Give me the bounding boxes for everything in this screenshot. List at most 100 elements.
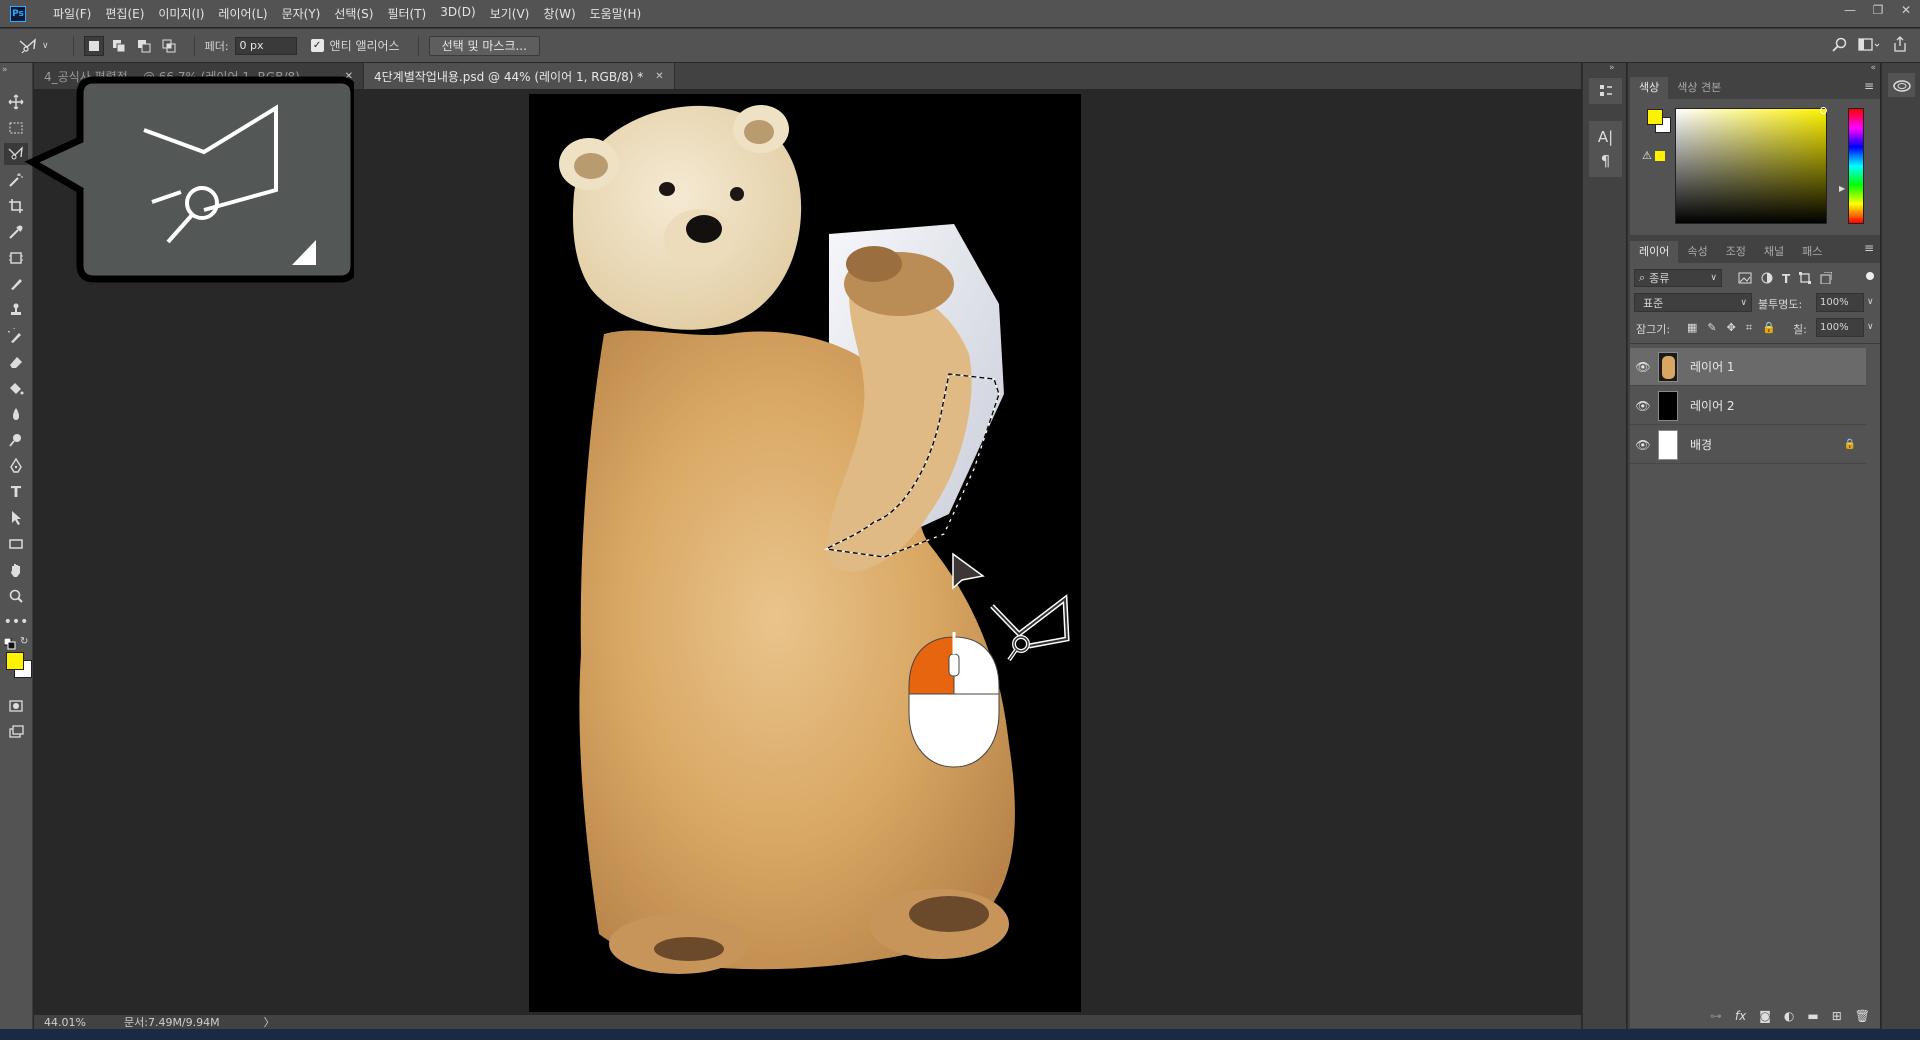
tool-preset-dropdown-icon[interactable]: ∨ <box>42 41 49 51</box>
paint-bucket-icon[interactable] <box>4 377 28 399</box>
zoom-tool-icon[interactable] <box>4 585 28 607</box>
default-colors-icon[interactable] <box>3 637 16 653</box>
layer-name[interactable]: 레이어 2 <box>1690 397 1735 414</box>
tab-swatches[interactable]: 색상 견본 <box>1668 77 1730 99</box>
new-selection-icon[interactable] <box>83 35 104 56</box>
shape-filter-icon[interactable] <box>1799 272 1812 284</box>
tab-channels[interactable]: 채널 <box>1755 241 1793 263</box>
add-mask-icon[interactable]: ◙ <box>1759 1009 1771 1023</box>
rectangle-tool-icon[interactable] <box>4 533 28 555</box>
foreground-color-swatch[interactable] <box>6 652 24 670</box>
foreground-color-chip[interactable] <box>1647 109 1663 125</box>
collapse-panels-icon[interactable]: « <box>1870 63 1876 73</box>
tab-properties[interactable]: 속성 <box>1678 241 1716 263</box>
link-layers-icon[interactable]: ⊶ <box>1710 1009 1722 1023</box>
document-canvas[interactable] <box>529 94 1081 1012</box>
pixel-filter-icon[interactable] <box>1738 272 1752 284</box>
history-panel-icon[interactable] <box>1589 79 1622 103</box>
layer-row[interactable]: 👁 레이어 2 <box>1630 387 1866 425</box>
new-adjustment-icon[interactable]: ◐ <box>1784 1009 1794 1023</box>
hand-tool-icon[interactable] <box>4 559 28 581</box>
history-brush-icon[interactable] <box>4 325 28 347</box>
zoom-level[interactable]: 44.01% <box>44 1016 114 1029</box>
status-menu-arrow[interactable]: 〉 <box>264 1014 275 1030</box>
color-picker-marker[interactable] <box>1820 107 1827 114</box>
new-layer-icon[interactable]: ⊞ <box>1832 1009 1842 1023</box>
fill-slider-icon[interactable]: ∨ <box>1867 322 1874 332</box>
delete-layer-icon[interactable]: 🗑 <box>1855 1009 1870 1023</box>
panel-menu-icon[interactable]: ≡ <box>1864 79 1874 93</box>
close-tab-icon[interactable]: ✕ <box>655 71 663 82</box>
filter-toggle-icon[interactable] <box>1866 272 1874 280</box>
hue-slider-handle-icon[interactable]: ▶ <box>1839 184 1845 193</box>
libraries-icon[interactable] <box>1888 73 1915 97</box>
type-tool-icon[interactable]: T <box>4 481 28 503</box>
lock-artboard-icon[interactable]: ⌗ <box>1746 321 1752 335</box>
screen-mode-icon[interactable] <box>4 721 28 743</box>
tab-paths[interactable]: 패스 <box>1793 241 1831 263</box>
menu-item[interactable]: 문자(Y) <box>275 5 328 22</box>
feather-input[interactable]: 0 px <box>234 36 297 55</box>
lock-image-icon[interactable]: ✎ <box>1707 321 1716 335</box>
path-selection-icon[interactable] <box>4 507 28 529</box>
layer-row[interactable]: 👁 레이어 1 <box>1630 348 1866 386</box>
eraser-tool-icon[interactable] <box>4 351 28 373</box>
swap-colors-icon[interactable]: ↻ <box>20 636 28 647</box>
menu-item[interactable]: 레이어(L) <box>211 5 274 22</box>
gamut-color-chip[interactable] <box>1655 151 1665 161</box>
menu-item[interactable]: 도움말(H) <box>583 5 649 22</box>
menu-item[interactable]: 편집(E) <box>98 5 151 22</box>
collapse-dock-icon[interactable]: » <box>1609 63 1615 73</box>
quick-mask-icon[interactable] <box>4 695 28 717</box>
blend-mode-dropdown[interactable]: 표준 ∨ <box>1634 293 1752 312</box>
tab-color[interactable]: 색상 <box>1630 77 1669 99</box>
layer-name[interactable]: 레이어 1 <box>1690 358 1735 375</box>
layer-filter-dropdown[interactable]: ⌕ 종류 ∨ <box>1634 269 1722 287</box>
search-icon[interactable] <box>1832 37 1848 56</box>
tab-adjustments[interactable]: 조정 <box>1717 241 1755 263</box>
layer-name[interactable]: 배경 <box>1690 436 1712 453</box>
menu-item[interactable]: 보기(V) <box>483 5 537 22</box>
subtract-from-selection-icon[interactable] <box>134 36 154 56</box>
opacity-input[interactable]: 100% <box>1816 293 1864 312</box>
lock-transparent-icon[interactable]: ▦ <box>1687 321 1697 335</box>
type-filter-icon[interactable]: T <box>1782 272 1790 286</box>
smart-object-filter-icon[interactable] <box>1820 272 1833 284</box>
visibility-eye-icon[interactable]: 👁 <box>1630 438 1656 452</box>
visibility-eye-icon[interactable]: 👁 <box>1630 399 1656 413</box>
fx-icon[interactable]: fx <box>1735 1009 1746 1023</box>
select-and-mask-button[interactable]: 선택 및 마스크... <box>428 35 540 56</box>
collapse-toolbar-icon[interactable]: » <box>2 65 8 75</box>
lock-position-icon[interactable]: ✥ <box>1727 321 1736 335</box>
layer-row[interactable]: 👁 배경 🔒 <box>1630 426 1866 464</box>
restore-icon[interactable]: ❐ <box>1864 0 1892 20</box>
more-tools-icon[interactable]: ••• <box>4 611 29 633</box>
fill-input[interactable]: 100% <box>1816 318 1864 337</box>
visibility-eye-icon[interactable]: 👁 <box>1630 360 1656 374</box>
minimize-icon[interactable]: — <box>1836 0 1864 20</box>
polygonal-lasso-icon[interactable] <box>18 36 38 56</box>
gamut-warning-icon[interactable]: ⚠ <box>1642 149 1652 162</box>
panel-menu-icon[interactable]: ≡ <box>1864 241 1874 255</box>
opacity-slider-icon[interactable]: ∨ <box>1867 297 1874 307</box>
menu-item[interactable]: 파일(F) <box>46 5 98 22</box>
antialias-checkbox[interactable]: ✓ <box>310 39 324 52</box>
workspace-icon[interactable] <box>1858 37 1880 56</box>
blur-tool-icon[interactable] <box>4 403 28 425</box>
pen-tool-icon[interactable] <box>4 455 28 477</box>
menu-item[interactable]: 창(W) <box>536 5 582 22</box>
adjustment-filter-icon[interactable] <box>1761 272 1773 284</box>
hue-slider[interactable] <box>1848 108 1864 224</box>
dodge-tool-icon[interactable] <box>4 429 28 451</box>
intersect-selection-icon[interactable] <box>159 36 179 56</box>
add-to-selection-icon[interactable] <box>109 36 129 56</box>
new-group-icon[interactable]: ▬ <box>1807 1009 1818 1023</box>
character-panel-icon[interactable]: A| <box>1589 125 1622 149</box>
tab-layers[interactable]: 레이어 <box>1630 241 1679 263</box>
menu-item[interactable]: 3D(D) <box>433 5 482 22</box>
close-window-icon[interactable]: ✕ <box>1892 0 1920 20</box>
color-field[interactable] <box>1675 108 1827 224</box>
menu-item[interactable]: 선택(S) <box>327 5 380 22</box>
share-icon[interactable] <box>1892 35 1908 56</box>
paragraph-panel-icon[interactable]: ¶ <box>1589 149 1622 173</box>
